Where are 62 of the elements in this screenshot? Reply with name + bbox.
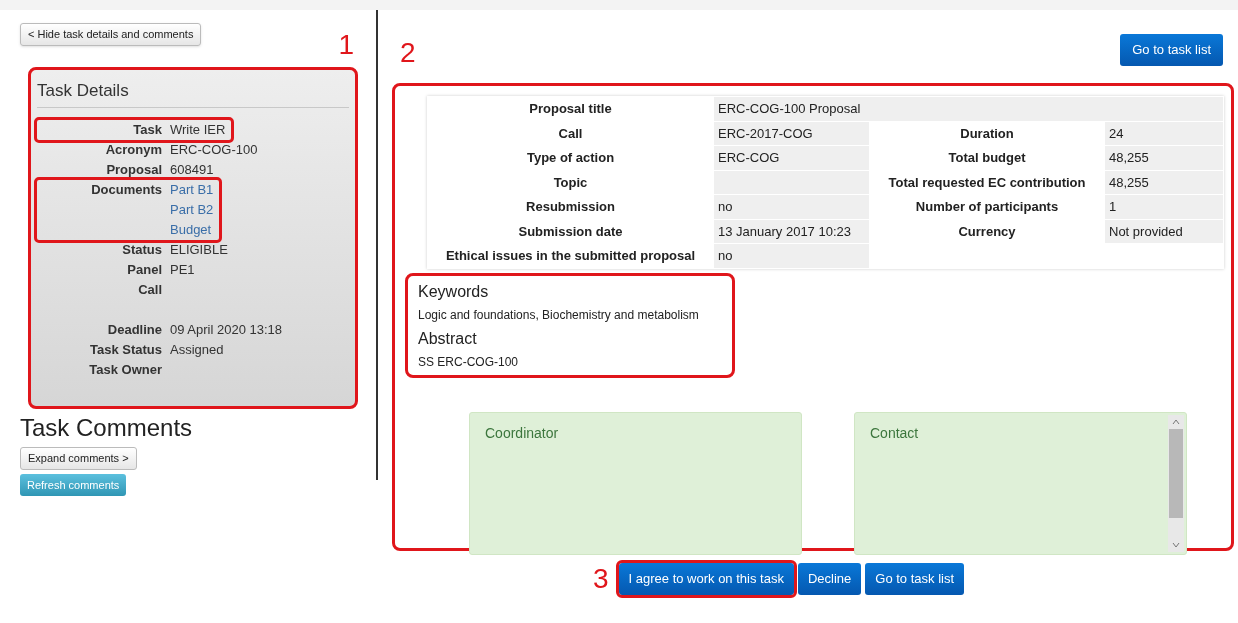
field-label: Documents [90, 180, 162, 199]
field-label: Status [121, 240, 162, 259]
row-label: Total requested EC contribution [887, 173, 1087, 192]
keywords-text: Logic and foundations, Biochemistry and metabolism [418, 306, 700, 324]
row-label: Submission date [517, 222, 624, 241]
field-label: Task Owner [88, 360, 162, 379]
field-value: PE1 [170, 260, 195, 279]
table-cell: 48,255 [1105, 146, 1223, 170]
field-value: ERC-COG-100 [170, 140, 258, 159]
table-cell: Not provided [1105, 219, 1223, 243]
field-value: Assigned [170, 340, 224, 359]
field-label: Call [137, 280, 162, 299]
table-cell: no [714, 244, 869, 268]
panel-title: Task Details [37, 78, 349, 108]
row-label: Duration [959, 124, 1015, 143]
scrollbar[interactable] [1168, 414, 1184, 552]
table-cell: ERC-COG-100 Proposal [714, 97, 1223, 121]
row-label: Topic [552, 173, 589, 192]
go-to-task-list-button[interactable]: Go to task list [1120, 34, 1223, 66]
table-cell: 13 January 2017 10:23 [714, 219, 869, 243]
callout-number: 3 [592, 564, 609, 593]
section-title: Task Comments [20, 413, 194, 443]
scrollbar-thumb[interactable] [1169, 428, 1183, 518]
field-label: Task Status [89, 340, 162, 359]
row-label: Type of action [525, 149, 616, 167]
table-cell: 48,255 [1105, 170, 1223, 194]
table-cell: ERC-2017-COG [714, 121, 869, 145]
action-button[interactable]: Go to task list [865, 563, 964, 595]
field-label: Task [132, 120, 162, 139]
callout-number: 2 [400, 39, 416, 67]
box-title: Coordinator [485, 423, 559, 443]
hide-details-button[interactable]: < Hide task details and comments [20, 23, 202, 46]
row-label: Currency [957, 222, 1017, 241]
table-cell: no [714, 195, 869, 219]
table-cell: ERC-COG [714, 146, 869, 170]
field-value: 608491 [170, 160, 214, 179]
callout-number: 1 [338, 31, 354, 59]
table-cell: 1 [1105, 195, 1223, 219]
field-label: Proposal [105, 160, 162, 179]
action-button[interactable]: I agree to work on this task [618, 563, 794, 595]
row-label: Total budget [947, 149, 1027, 167]
document-link[interactable]: Part B2 [170, 199, 214, 220]
field-value: ELIGIBLE [170, 240, 228, 259]
keywords-heading: Keywords [418, 281, 490, 302]
row-label: Number of participants [914, 198, 1060, 216]
table-cell: 24 [1105, 121, 1223, 145]
field-label: Acronym [104, 140, 162, 159]
box-title: Contact [870, 423, 919, 443]
row-label: Resubmission [525, 198, 616, 216]
row-label: Ethical issues in the submitted proposal [444, 247, 697, 265]
field-label: Panel [126, 260, 162, 279]
expand-comments-button[interactable]: Expand comments > [20, 447, 137, 470]
row-label: Proposal title [528, 100, 613, 118]
abstract-heading: Abstract [418, 328, 478, 349]
field-value: 09 April 2020 13:18 [170, 320, 283, 339]
field-value: Write IER [170, 120, 226, 139]
document-link[interactable]: Budget [170, 219, 214, 240]
document-link[interactable]: Part B1 [170, 179, 214, 200]
action-button[interactable]: Decline [797, 563, 862, 595]
row-label: Call [557, 124, 584, 143]
field-label: Deadline [106, 320, 162, 339]
abstract-text: SS ERC-COG-100 [418, 353, 520, 371]
